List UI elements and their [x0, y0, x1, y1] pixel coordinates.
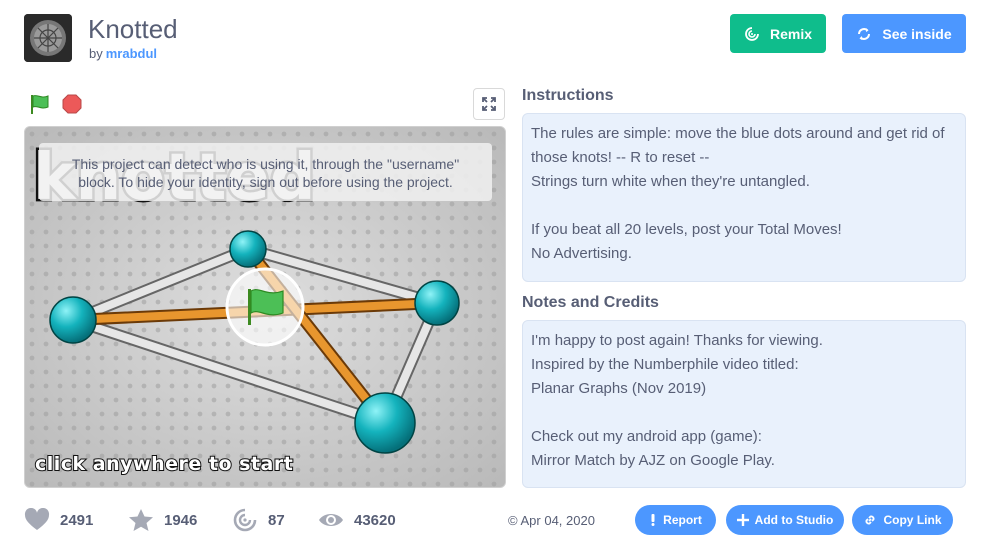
notes-text: I'm happy to post again! Thanks for view…: [531, 332, 823, 469]
instructions-panel: The rules are simple: move the blue dots…: [522, 113, 966, 282]
fullscreen-icon: [482, 97, 496, 111]
remix-count: 87: [268, 511, 285, 529]
start-overlay[interactable]: [225, 267, 305, 347]
report-icon: [651, 514, 655, 526]
author-avatar[interactable]: [24, 14, 72, 62]
project-stage[interactable]: knotted This project can detect who: [24, 126, 506, 488]
project-byline: by mrabdul: [89, 46, 157, 61]
copy-link-label: Copy Link: [883, 513, 942, 527]
instructions-heading: Instructions: [522, 87, 614, 104]
by-label: by: [89, 46, 103, 61]
date-icon: ©: [508, 513, 518, 528]
date-text: Apr 04, 2020: [520, 513, 595, 528]
heart-icon: [24, 508, 50, 530]
eye-icon: [319, 514, 343, 526]
views-count: 43620: [354, 511, 396, 529]
click-to-start-text: click anywhere to start: [34, 452, 294, 476]
see-inside-label: See inside: [882, 25, 952, 42]
see-inside-icon: [858, 27, 871, 40]
remix-label: Remix: [769, 25, 813, 42]
remix-spiral-icon: [233, 508, 257, 532]
player-controls: [24, 88, 506, 120]
green-flag-icon: [31, 95, 49, 114]
remix-stat: 87: [232, 505, 285, 535]
star-icon: [129, 509, 153, 531]
report-button[interactable]: Report: [635, 505, 716, 535]
report-label: Report: [663, 513, 702, 527]
fullscreen-button[interactable]: [473, 88, 505, 120]
project-title: Knotted: [88, 14, 178, 44]
green-flag-button[interactable]: [28, 92, 52, 116]
copy-link-button[interactable]: Copy Link: [852, 505, 953, 535]
favorite-count: 1946: [164, 511, 198, 529]
love-count: 2491: [60, 511, 94, 529]
username-notice: This project can detect who is using it,…: [39, 143, 492, 201]
plus-icon: [736, 514, 749, 526]
stop-icon: [62, 94, 82, 114]
add-to-studio-label: Add to Studio: [754, 513, 834, 527]
see-inside-button[interactable]: See inside: [842, 14, 966, 53]
project-header: Knotted by mrabdul Remix See inside: [24, 14, 966, 62]
stop-button[interactable]: [62, 94, 82, 114]
notes-panel: I'm happy to post again! Thanks for view…: [522, 320, 966, 488]
link-icon: [866, 515, 875, 525]
love-stat[interactable]: 2491: [24, 505, 93, 535]
favorite-stat[interactable]: 1946: [128, 505, 197, 535]
add-to-studio-button[interactable]: Add to Studio: [726, 505, 844, 535]
views-stat: 43620: [318, 505, 396, 535]
notes-heading: Notes and Credits: [522, 294, 659, 311]
remix-icon: [745, 26, 759, 41]
author-link[interactable]: mrabdul: [106, 46, 157, 61]
project-stats: 2491 1946 87 43620: [24, 505, 494, 535]
remix-button[interactable]: Remix: [730, 14, 826, 53]
share-date: © Apr 04, 2020: [508, 513, 595, 528]
instructions-text: The rules are simple: move the blue dots…: [531, 125, 945, 262]
